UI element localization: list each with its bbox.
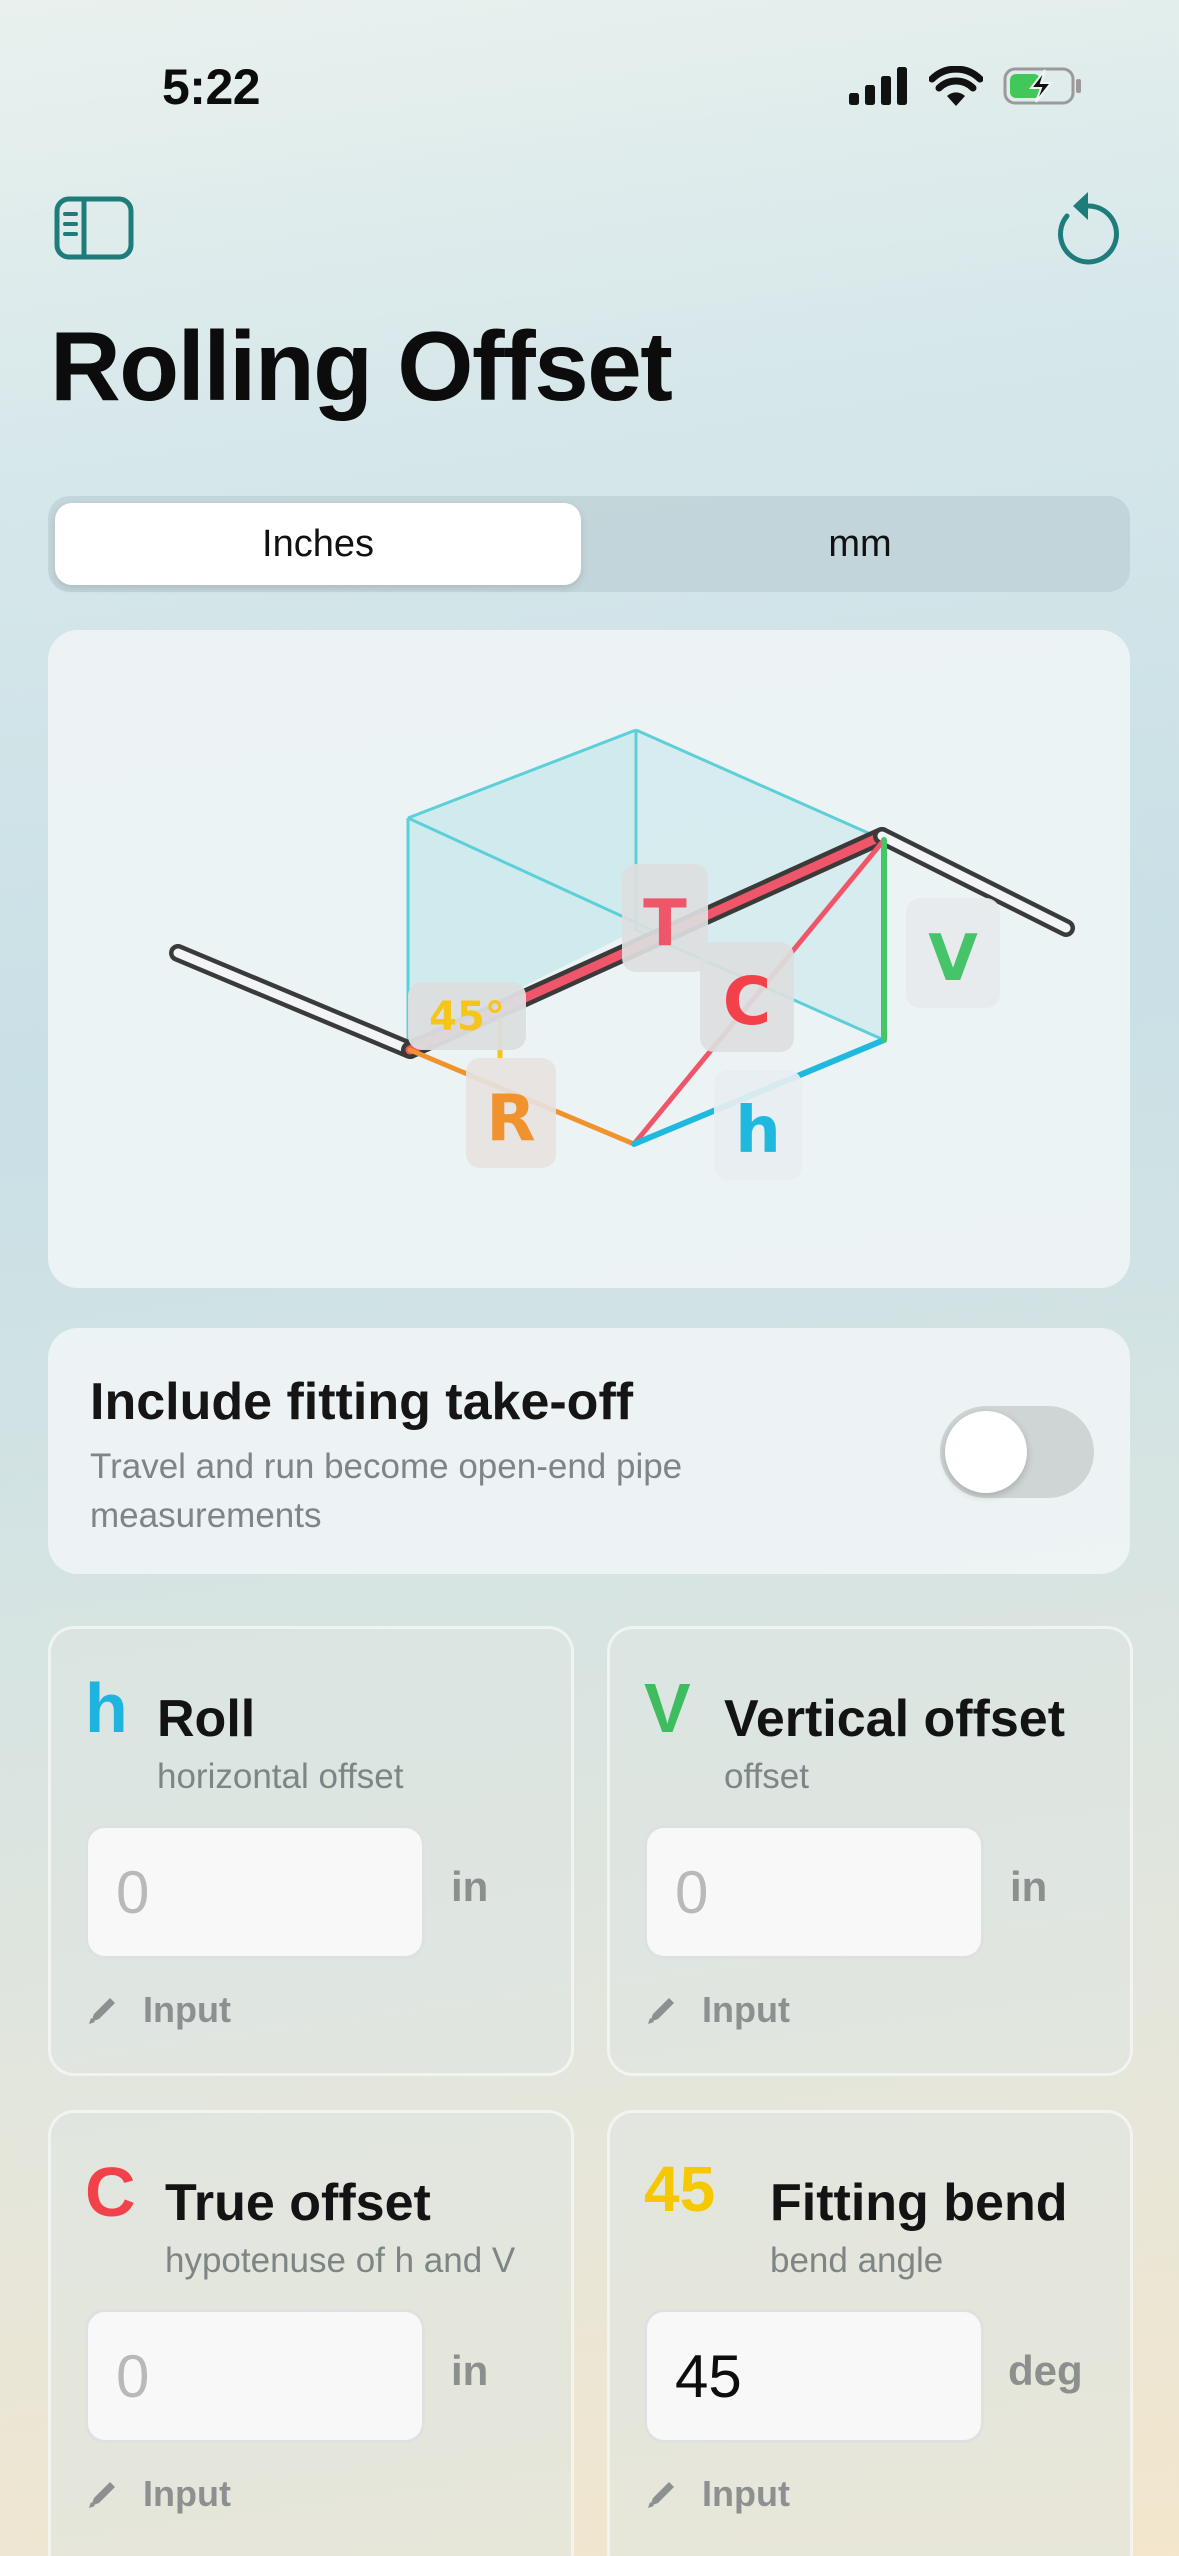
- vertical-offset-title: Vertical offset: [724, 1690, 1066, 1748]
- true-offset-mode[interactable]: Input: [85, 2473, 231, 2515]
- roll-glyph: h: [85, 1669, 128, 1747]
- wifi-icon: [929, 66, 983, 106]
- battery-charging-icon: [1003, 67, 1081, 105]
- label-vertical: V: [906, 898, 1000, 1008]
- vertical-offset-field: [644, 1825, 984, 1959]
- takeoff-subtitle: Travel and run become open-end pipe meas…: [90, 1447, 683, 1535]
- toggle-knob: [945, 1411, 1027, 1493]
- roll-unit: in: [451, 1863, 489, 1910]
- reset-button[interactable]: [1045, 186, 1129, 270]
- true-offset-input[interactable]: [88, 2312, 422, 2440]
- takeoff-card: Include fitting take-off Travel and run …: [48, 1328, 1130, 1574]
- label-angle: 45°: [408, 982, 526, 1050]
- status-time: 5:22: [162, 59, 261, 115]
- pencil-icon: [89, 2482, 115, 2508]
- svg-text:V: V: [928, 922, 978, 996]
- fitting-bend-title: Fitting bend: [770, 2174, 1068, 2232]
- label-run: R: [466, 1058, 556, 1168]
- vertical-offset-subtitle: offset: [724, 1757, 809, 1796]
- roll-title: Roll: [157, 1690, 256, 1748]
- fitting-bend-mode[interactable]: Input: [644, 2473, 790, 2515]
- pencil-icon: [648, 2482, 674, 2508]
- label-travel: T: [622, 864, 708, 972]
- pencil-icon: [648, 1998, 674, 2024]
- sidebar-toggle-button[interactable]: [54, 196, 134, 260]
- roll-subtitle: horizontal offset: [157, 1757, 404, 1796]
- cellular-signal-icon: [849, 67, 907, 105]
- vertical-offset-glyph: V: [644, 1669, 691, 1747]
- true-offset-unit: in: [451, 2347, 489, 2394]
- takeoff-title: Include fitting take-off: [90, 1373, 634, 1431]
- vertical-offset-mode-label: Input: [702, 1989, 790, 2030]
- vertical-offset-mode[interactable]: Input: [644, 1989, 790, 2031]
- offset-diagram: T C V 45° R h: [48, 630, 1130, 1288]
- svg-text:45°: 45°: [429, 994, 505, 1040]
- fitting-bend-mode-label: Input: [702, 2473, 790, 2514]
- status-icons: [849, 66, 1083, 106]
- units-option-mm[interactable]: mm: [597, 503, 1123, 585]
- true-offset-subtitle: hypotenuse of h and V: [165, 2241, 516, 2280]
- true-offset-mode-label: Input: [143, 2473, 231, 2514]
- roll-mode[interactable]: Input: [85, 1989, 231, 2031]
- sidebar-icon: [54, 196, 134, 260]
- fitting-bend-glyph: 45: [644, 2153, 716, 2225]
- reset-icon: [1058, 192, 1119, 265]
- fitting-bend-unit: deg: [1008, 2347, 1083, 2394]
- fitting-bend-field: [644, 2309, 984, 2443]
- takeoff-toggle[interactable]: [940, 1406, 1094, 1498]
- true-offset-glyph: C: [85, 2153, 136, 2231]
- true-offset-title: True offset: [165, 2174, 431, 2232]
- vertical-offset-card: V Vertical offset offset in Input: [607, 1626, 1133, 2076]
- roll-input[interactable]: [88, 1828, 422, 1956]
- units-segmented-control: Inches mm: [48, 496, 1130, 592]
- units-option-inches[interactable]: Inches: [55, 503, 581, 585]
- label-true-offset: C: [700, 942, 794, 1052]
- roll-card: h Roll horizontal offset in Input: [48, 1626, 574, 2076]
- svg-text:h: h: [735, 1094, 781, 1168]
- svg-text:T: T: [643, 887, 687, 961]
- pencil-icon: [89, 1998, 115, 2024]
- roll-mode-label: Input: [143, 1989, 231, 2030]
- page-title: Rolling Offset: [50, 311, 673, 421]
- fitting-bend-subtitle: bend angle: [770, 2241, 944, 2280]
- fitting-bend-card: 45 Fitting bend bend angle deg Input: [607, 2110, 1133, 2556]
- vertical-offset-input[interactable]: [647, 1828, 981, 1956]
- label-roll: h: [714, 1070, 802, 1180]
- svg-text:R: R: [486, 1082, 535, 1156]
- fitting-bend-input[interactable]: [647, 2312, 981, 2440]
- vertical-offset-unit: in: [1010, 1863, 1048, 1910]
- true-offset-card: C True offset hypotenuse of h and V in I…: [48, 2110, 574, 2556]
- true-offset-field: [85, 2309, 425, 2443]
- svg-text:C: C: [723, 963, 771, 1040]
- roll-field: [85, 1825, 425, 1959]
